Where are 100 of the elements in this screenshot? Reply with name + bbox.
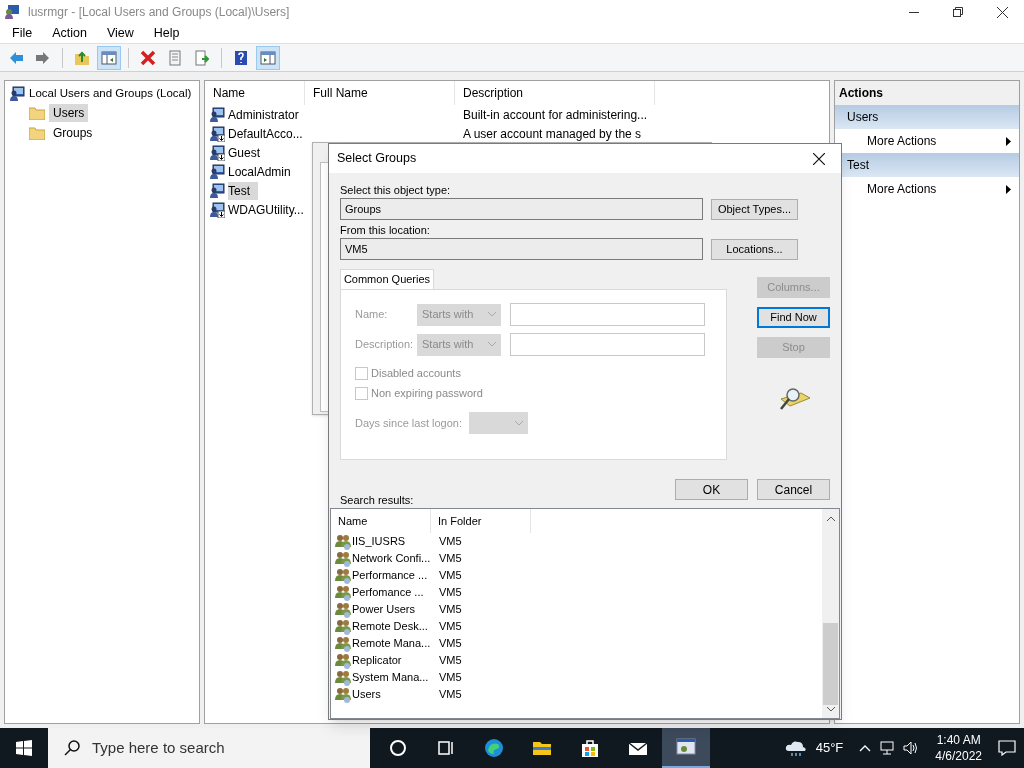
group-name[interactable]: Remote Desk... [352,618,428,635]
dialog-button[interactable]: Locations... [711,238,798,260]
action-item[interactable]: More Actions [835,177,1019,201]
folder-cell-text: VM5 [439,636,462,652]
toolbar-button[interactable] [97,45,121,70]
scroll-down-icon [826,707,835,712]
user-description: A user account managed by the s [462,125,642,143]
restore-icon [953,7,963,17]
tree-item[interactable]: Groups [49,124,97,143]
cortana-circle-icon [388,738,408,758]
dialog-button[interactable]: Object Types... [711,198,798,220]
folder-cell-text: VM5 [439,602,462,618]
search-field[interactable]: Type here to search [48,728,370,768]
user-name[interactable]: Test [228,181,258,200]
tab[interactable]: Common Queries [340,269,434,289]
column-header[interactable]: Full Name [305,81,455,105]
folder-cell-text: VM5 [439,670,462,686]
pane-toggle-icon [101,49,117,66]
scrollbar-thumb[interactable] [823,623,838,705]
browser-swirl-icon [484,738,504,758]
forward-arrow-icon [35,49,51,66]
column-header[interactable]: Name [205,81,305,105]
query-input[interactable] [510,333,705,356]
menu-item[interactable]: Help [145,24,188,43]
group-icon [335,567,351,584]
group-name[interactable]: Performance ... [352,567,428,584]
group-icon [335,669,351,686]
group-name[interactable]: Network Confi... [352,550,431,567]
folder-cell-text: VM5 [439,551,462,567]
column-header[interactable]: In Folder [431,509,531,533]
app-icon [4,4,20,20]
properties-sheet-icon [167,49,183,66]
minimize-icon [909,11,919,13]
taskbar-app-button[interactable] [662,728,710,768]
query-label: Name: [355,307,389,323]
export-list-icon [194,49,210,66]
folder-up-icon [74,49,90,66]
column-header[interactable]: Name [331,509,431,533]
close-icon [813,152,825,165]
pane-toggle-icon [260,49,276,66]
dialog-button[interactable]: Find Now [757,307,830,328]
field-label: Select this object type: [340,184,452,197]
menu-item[interactable]: Action [44,24,95,43]
scroll-up-icon [826,516,835,521]
dialog-title: Select Groups [337,150,417,168]
weather-cloud-icon [783,738,808,758]
network-icon[interactable] [879,741,896,755]
ok-button[interactable]: OK [675,479,748,500]
cancel-button[interactable]: Cancel [757,479,830,500]
tree-item[interactable]: Local Users and Groups (Local) [29,85,192,103]
group-icon [335,584,351,601]
window-title: lusrmgr - [Local Users and Groups (Local)\Users] [28,4,290,21]
delete-x-icon [140,49,156,66]
folder-icon [29,106,45,121]
toolbar-button[interactable] [256,45,280,70]
console-window-icon [676,737,696,757]
scrollbar[interactable] [822,509,839,718]
user-icon [9,85,25,102]
folder-cell-text: VM5 [439,534,462,550]
actions-title: Actions [835,81,1019,105]
chevron-up-icon[interactable] [859,744,872,752]
group-icon [335,550,351,567]
folder-cell-text: VM5 [439,585,462,601]
checkbox[interactable] [355,366,368,380]
folder-cell-text: VM5 [439,653,462,669]
group-icon [335,601,351,618]
action-section-header[interactable]: Users [835,105,1019,129]
windows-logo-icon [16,740,32,756]
user-description: Built-in account for administering... [462,106,648,124]
close-icon [996,6,1008,18]
action-item[interactable]: More Actions [835,129,1019,153]
group-name[interactable]: Perfomance ... [352,584,424,601]
user-name[interactable]: LocalAdmin [228,162,299,181]
group-name[interactable]: IIS_IUSRS [352,533,406,550]
checkbox-label: Disabled accounts [371,365,461,381]
submenu-arrow-icon [1006,136,1011,146]
query-input[interactable] [510,303,705,326]
group-icon [335,618,351,635]
search-results-label: Search results: [340,492,414,508]
column-header[interactable]: Description [455,81,655,105]
shopping-bag-icon [580,738,600,758]
checkbox[interactable] [355,386,368,400]
group-name[interactable]: System Mana... [352,669,429,686]
group-name[interactable]: Replicator [352,652,402,669]
checkbox-label: Non expiring password [371,385,483,401]
tree-item[interactable]: Users [49,104,89,123]
group-icon [335,635,351,652]
group-icon [335,686,351,703]
query-label: Days since last logon: [355,415,463,431]
volume-icon[interactable] [903,741,920,755]
clock[interactable]: 1:40 AM 4/6/2022 [927,732,990,764]
user-name[interactable]: Administrator [228,105,307,124]
notification-icon[interactable] [998,740,1016,756]
group-name[interactable]: Power Users [352,601,415,618]
menu-item[interactable]: View [98,24,142,43]
group-name[interactable]: Remote Mana... [352,635,431,652]
menu-item[interactable]: File [4,24,41,43]
folder-cell-text: VM5 [439,619,462,635]
folder-icon [29,126,45,141]
group-name[interactable]: Users [352,686,381,703]
